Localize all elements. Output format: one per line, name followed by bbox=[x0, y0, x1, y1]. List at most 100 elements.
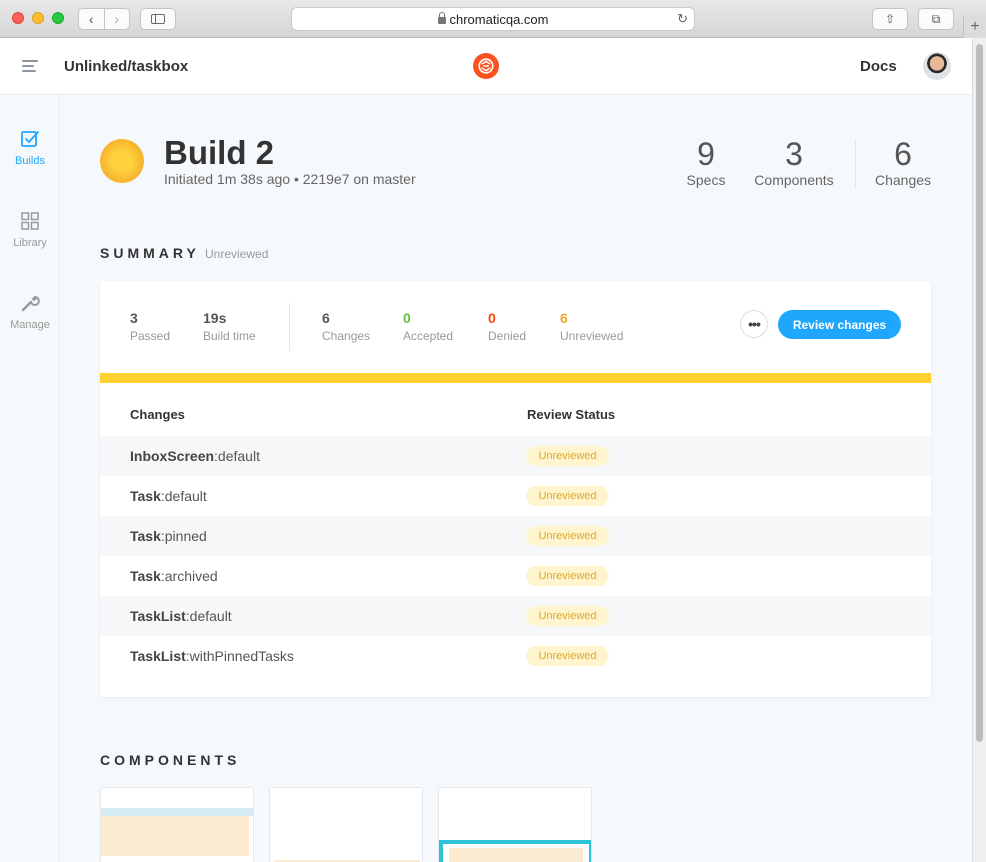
build-meta: Initiated 1m 38s ago • 2219e7 on master bbox=[164, 171, 416, 187]
component-name: TaskList bbox=[130, 608, 186, 624]
column-header-changes: Changes bbox=[130, 407, 185, 422]
status-badge: Unreviewed bbox=[526, 526, 609, 546]
story-name: :archived bbox=[160, 568, 218, 584]
user-avatar[interactable] bbox=[923, 52, 951, 80]
component-name: TaskList bbox=[130, 648, 186, 664]
docs-link[interactable]: Docs bbox=[860, 58, 897, 75]
maximize-window-button[interactable] bbox=[52, 12, 64, 24]
column-header-review-status: Review Status bbox=[527, 407, 616, 422]
build-stat-changes: 6 Changes bbox=[873, 136, 933, 188]
summary-stat-build-time: 19s Build time bbox=[203, 310, 256, 343]
component-name: InboxScreen bbox=[130, 448, 215, 464]
component-name: Task bbox=[130, 568, 161, 584]
nav-item-builds[interactable]: Builds bbox=[0, 129, 60, 167]
more-options-button[interactable]: ••• bbox=[740, 310, 768, 338]
table-row[interactable]: InboxScreen:default Unreviewed bbox=[100, 436, 931, 476]
mini-stat-label: Accepted bbox=[403, 329, 454, 343]
stat-value: 9 bbox=[697, 136, 715, 172]
nav-label-library: Library bbox=[13, 237, 47, 249]
component-card[interactable] bbox=[438, 787, 592, 862]
build-stat-specs: 9 Specs bbox=[680, 136, 732, 188]
close-window-button[interactable] bbox=[12, 12, 24, 24]
build-status-icon bbox=[100, 139, 144, 183]
share-button[interactable]: ⇧ bbox=[872, 8, 908, 30]
component-name: Task bbox=[130, 528, 161, 544]
component-thumbnail-header bbox=[101, 808, 253, 816]
history-nav: ‹ › bbox=[78, 8, 130, 30]
change-name: Task:pinned bbox=[130, 528, 207, 544]
summary-status: Unreviewed bbox=[205, 247, 269, 261]
review-changes-button[interactable]: Review changes bbox=[778, 310, 901, 339]
show-tabs-button[interactable]: ⧉ bbox=[918, 8, 954, 30]
change-name: TaskList:default bbox=[130, 608, 232, 624]
change-name: TaskList:withPinnedTasks bbox=[130, 648, 294, 664]
table-row[interactable]: Task:archived Unreviewed bbox=[100, 556, 931, 596]
address-bar[interactable]: chromaticqa.com ↻ bbox=[291, 7, 695, 31]
summary-stat-changes: 6 Changes bbox=[322, 310, 370, 343]
summary-stat-accepted: 0 Accepted bbox=[403, 310, 453, 343]
stat-label: Specs bbox=[686, 172, 726, 188]
nav-item-library[interactable]: Library bbox=[0, 211, 60, 249]
mini-stat-value: 19s bbox=[203, 310, 227, 326]
component-thumbnail-frame bbox=[439, 840, 591, 862]
summary-stat-unreviewed: 6 Unreviewed bbox=[560, 310, 623, 343]
logo-mark-icon bbox=[478, 58, 494, 74]
mini-stat-label: Passed bbox=[130, 329, 171, 343]
table-row[interactable]: TaskList:default Unreviewed bbox=[100, 596, 931, 636]
stat-value: 6 bbox=[894, 136, 912, 172]
nav-label-builds: Builds bbox=[15, 155, 45, 167]
menu-icon[interactable] bbox=[22, 60, 38, 72]
table-row[interactable]: Task:default Unreviewed bbox=[100, 476, 931, 516]
sidebar-icon bbox=[151, 14, 165, 24]
mini-stat-label: Changes bbox=[322, 329, 371, 343]
mini-stat-label: Unreviewed bbox=[560, 329, 624, 343]
nav-label-manage: Manage bbox=[10, 319, 50, 331]
builds-checkbox-icon bbox=[21, 131, 39, 147]
page-scrollbar[interactable] bbox=[972, 38, 986, 862]
scrollbar-thumb[interactable] bbox=[976, 44, 983, 742]
minimize-window-button[interactable] bbox=[32, 12, 44, 24]
back-button[interactable]: ‹ bbox=[79, 9, 104, 29]
story-name: :default bbox=[214, 448, 260, 464]
nav-item-manage[interactable]: Manage bbox=[0, 293, 60, 331]
review-progress-bar bbox=[100, 373, 931, 383]
app-header: Unlinked/taskbox Docs bbox=[0, 38, 972, 95]
story-name: :default bbox=[160, 488, 207, 504]
table-row[interactable]: TaskList:withPinnedTasks Unreviewed bbox=[100, 636, 931, 676]
left-nav: Builds Library Manage bbox=[0, 95, 60, 862]
summary-heading: SUMMARY bbox=[100, 245, 200, 261]
change-name: InboxScreen:default bbox=[130, 448, 260, 464]
status-badge: Unreviewed bbox=[526, 566, 609, 586]
component-card[interactable] bbox=[269, 787, 423, 862]
forward-button[interactable]: › bbox=[103, 9, 130, 29]
summary-stat-passed: 3 Passed bbox=[130, 310, 170, 343]
stat-label: Components bbox=[754, 172, 834, 188]
change-name: Task:archived bbox=[130, 568, 218, 584]
component-thumbnail bbox=[449, 848, 583, 862]
reload-icon[interactable]: ↻ bbox=[677, 11, 688, 27]
components-heading: COMPONENTS bbox=[100, 752, 241, 768]
chromatic-logo-icon[interactable] bbox=[473, 53, 499, 79]
project-name[interactable]: Unlinked/taskbox bbox=[64, 58, 188, 75]
lock-icon bbox=[437, 11, 446, 24]
url-text: chromaticqa.com bbox=[449, 11, 549, 27]
stat-divider bbox=[855, 140, 856, 188]
library-grid-icon bbox=[21, 212, 39, 230]
mini-stat-value: 6 bbox=[322, 310, 330, 326]
summary-divider bbox=[289, 303, 290, 351]
stat-label: Changes bbox=[874, 172, 932, 188]
mini-stat-value: 6 bbox=[560, 310, 568, 326]
stat-value: 3 bbox=[785, 136, 803, 172]
mini-stat-label: Build time bbox=[203, 329, 256, 343]
story-name: :default bbox=[185, 608, 232, 624]
manage-wrench-icon bbox=[21, 295, 40, 312]
page-title: Build 2 bbox=[164, 134, 275, 171]
mini-stat-value: 3 bbox=[130, 310, 138, 326]
status-badge: Unreviewed bbox=[526, 606, 609, 626]
story-name: :pinned bbox=[160, 528, 207, 544]
table-row[interactable]: Task:pinned Unreviewed bbox=[100, 516, 931, 556]
component-card[interactable] bbox=[100, 787, 254, 862]
sidebar-toggle-button[interactable] bbox=[140, 8, 176, 30]
new-tab-button[interactable]: + bbox=[963, 16, 986, 38]
story-name: :withPinnedTasks bbox=[185, 648, 294, 664]
